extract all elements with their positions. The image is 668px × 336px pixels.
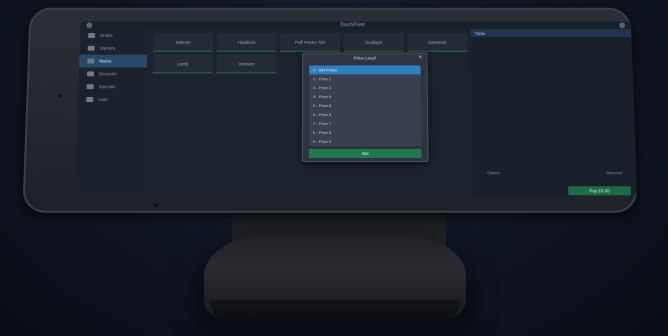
drink-icon xyxy=(88,33,96,38)
list-icon xyxy=(86,97,94,103)
pay-button[interactable]: Pay £0.00 xyxy=(568,186,632,196)
dessert-icon xyxy=(86,71,95,77)
set-button[interactable]: Set xyxy=(308,148,422,159)
close-icon[interactable]: ✕ xyxy=(418,55,422,61)
port-dot xyxy=(154,204,157,207)
tablet-frame: TouchPoint Drinks Starters Mains Dessert… xyxy=(22,7,638,213)
camera-dot xyxy=(58,94,61,97)
menu-tile-salmon[interactable]: Salmon xyxy=(153,33,214,52)
stand-foot xyxy=(210,300,460,324)
price-option-2[interactable]: 2 - Price 2 xyxy=(309,74,421,83)
top-bar: TouchPoint xyxy=(80,21,632,30)
price-level-dialog: Price Level ✕ 1 - Std Prices 2 - Price 2… xyxy=(301,52,429,163)
price-option-4[interactable]: 4 - Price 4 xyxy=(309,92,421,101)
sidebar-item-label: Starters xyxy=(99,45,116,51)
sidebar-item-lists[interactable]: Lists xyxy=(78,93,146,106)
menu-tile-puff-pastry-tart[interactable]: Puff Pastry Tart xyxy=(280,33,340,52)
order-panel: Table Cancel Discount Pay £0.00 xyxy=(470,29,638,197)
settings-dot-icon[interactable] xyxy=(619,22,626,29)
price-option-8[interactable]: 8 - Price 8 xyxy=(308,127,422,137)
sidebar-item-starters[interactable]: Starters xyxy=(80,42,148,55)
price-option-9[interactable]: 9 - Price 9 xyxy=(308,136,422,146)
dialog-title: Price Level xyxy=(353,55,376,61)
sidebar-item-label: Desserts xyxy=(98,71,117,77)
menu-tile-lamb[interactable]: Lamb xyxy=(152,54,213,74)
menu-dot-icon[interactable] xyxy=(86,22,93,29)
price-option-1[interactable]: 1 - Std Prices xyxy=(309,65,421,74)
menu-tile-scallops[interactable]: Scallops xyxy=(343,33,404,52)
sidebar-item-mains[interactable]: Mains xyxy=(79,54,148,68)
sidebar-item-label: Drinks xyxy=(99,33,113,38)
sidebar-item-label: Specials xyxy=(98,84,116,90)
menu-tile-venison[interactable]: Venison xyxy=(216,54,277,74)
price-option-6[interactable]: 6 - Price 6 xyxy=(308,109,422,119)
specials-icon xyxy=(86,84,94,90)
sidebar-item-drinks[interactable]: Drinks xyxy=(80,29,148,42)
brand-label: TouchPoint xyxy=(339,22,365,29)
order-actions: Cancel Discount xyxy=(473,170,637,182)
price-option-7[interactable]: 7 - Price 7 xyxy=(308,118,422,128)
dialog-header: Price Level ✕ xyxy=(303,54,426,63)
cancel-button[interactable]: Cancel xyxy=(487,170,500,182)
sidebar-item-desserts[interactable]: Desserts xyxy=(79,67,147,80)
price-level-list: 1 - Std Prices 2 - Price 2 3 - Price 3 4… xyxy=(308,65,422,146)
sidebar: Drinks Starters Mains Desserts Specials … xyxy=(75,29,148,197)
menu-tile-gammon[interactable]: Gammon xyxy=(407,33,468,52)
starter-icon xyxy=(87,45,95,51)
sidebar-item-specials[interactable]: Specials xyxy=(78,80,146,93)
discount-button[interactable]: Discount xyxy=(606,170,622,182)
price-option-3[interactable]: 3 - Price 3 xyxy=(309,83,421,92)
order-header: Table xyxy=(470,29,632,38)
mains-icon xyxy=(87,58,95,64)
sidebar-item-label: Lists xyxy=(98,97,108,103)
screen: TouchPoint Drinks Starters Mains Dessert… xyxy=(75,21,638,197)
sidebar-item-label: Mains xyxy=(99,58,112,64)
menu-tile-haddock[interactable]: Haddock xyxy=(216,33,277,52)
price-option-5[interactable]: 5 - Price 5 xyxy=(308,101,422,110)
